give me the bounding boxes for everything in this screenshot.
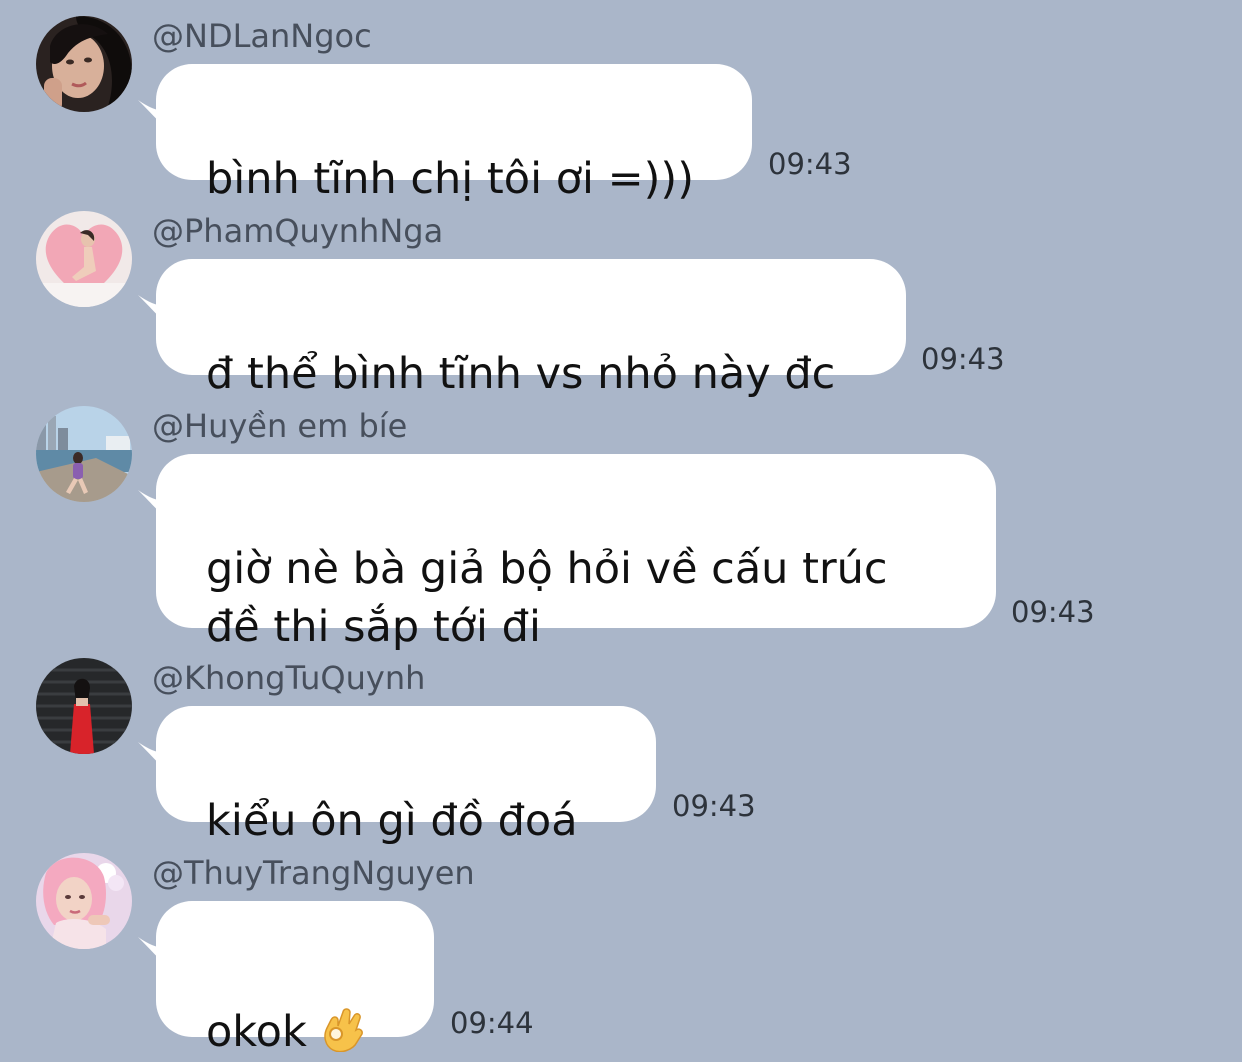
message-text: giờ nè bà giả bộ hỏi về cấu trúc đề thi … [206, 544, 888, 652]
message-time: 09:44 [450, 1006, 534, 1040]
message-time: 09:43 [672, 789, 756, 823]
message-time: 09:43 [768, 147, 852, 181]
message-time: 09:43 [1011, 595, 1095, 629]
avatar-icon[interactable] [36, 406, 132, 502]
message-bubble[interactable]: okok [156, 901, 434, 1057]
message-text: okok [206, 1007, 307, 1057]
avatar-icon[interactable] [36, 211, 132, 307]
sender-name[interactable]: @NDLanNgoc [152, 18, 372, 54]
sender-name[interactable]: @PhamQuynhNga [152, 213, 443, 249]
avatar-icon[interactable] [36, 658, 132, 754]
sender-name[interactable]: @ThuyTrangNguyen [152, 855, 475, 891]
message-text: đ thể bình tĩnh vs nhỏ này đc [206, 349, 836, 399]
message-text: kiểu ôn gì đồ đoá [206, 796, 578, 846]
message-bubble[interactable]: bình tĩnh chị tôi ơi =))) [156, 64, 752, 204]
message-time: 09:43 [921, 342, 1005, 376]
avatar-icon[interactable] [36, 853, 132, 949]
sender-name[interactable]: @KhongTuQuynh [152, 660, 425, 696]
message-bubble[interactable]: đ thể bình tĩnh vs nhỏ này đc [156, 259, 906, 399]
message-bubble[interactable]: giờ nè bà giả bộ hỏi về cấu trúc đề thi … [156, 454, 996, 652]
ok-hand-emoji-icon [321, 1006, 365, 1052]
chat-message-list[interactable]: @NDLanNgoc bình tĩnh chị tôi ơi =))) 09:… [0, 0, 1242, 1062]
sender-name[interactable]: @Huyền em bíe [152, 408, 407, 444]
message-text: bình tĩnh chị tôi ơi =))) [206, 154, 694, 204]
avatar-icon[interactable] [36, 16, 132, 112]
message-bubble[interactable]: kiểu ôn gì đồ đoá [156, 706, 656, 846]
